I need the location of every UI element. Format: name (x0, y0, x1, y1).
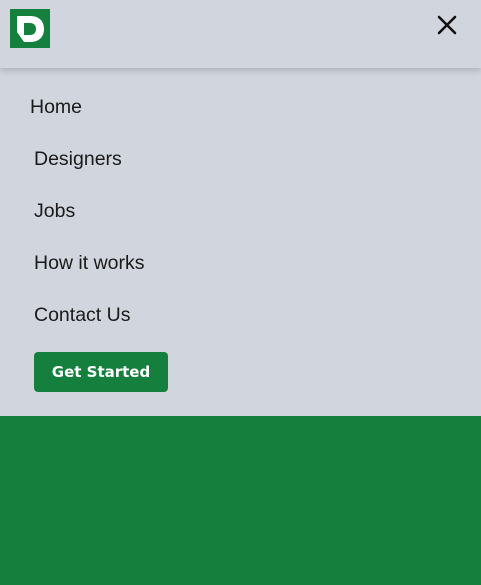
nav-item-contact-us[interactable]: Contact Us (34, 303, 130, 327)
close-icon (437, 15, 457, 35)
nav-item-how-it-works[interactable]: How it works (34, 251, 145, 275)
logo-d-icon (17, 16, 44, 42)
close-menu-button[interactable] (432, 10, 462, 40)
nav-item-home[interactable]: Home (30, 95, 82, 119)
page-background (0, 416, 481, 585)
get-started-button[interactable]: Get Started (34, 352, 168, 392)
header-bar (0, 0, 481, 68)
mobile-menu-panel: Home Designers Jobs How it works Contact… (0, 0, 481, 416)
logo[interactable] (10, 9, 50, 48)
nav-item-designers[interactable]: Designers (34, 147, 122, 171)
nav-item-jobs[interactable]: Jobs (34, 199, 75, 223)
